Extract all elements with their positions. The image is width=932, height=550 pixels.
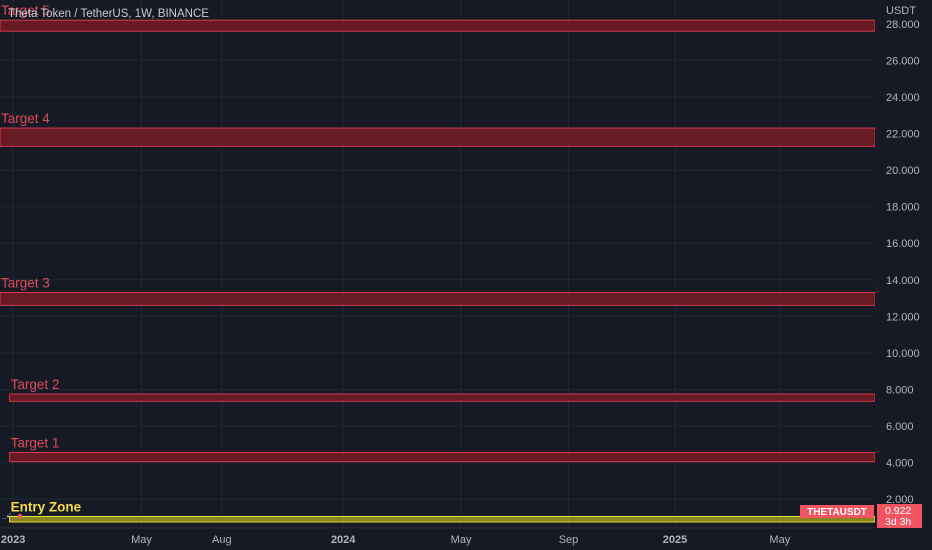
target-zone-label: Target 3 — [1, 276, 50, 291]
target-zone-label: Target 1 — [11, 436, 60, 451]
last-price-ticker-badge: THETAUSDT — [800, 505, 874, 518]
price-line-dots: ..•' — [2, 512, 11, 521]
price-tick-label: 16.000 — [886, 238, 920, 250]
price-tick-label: 20.000 — [886, 165, 920, 177]
price-tick-label: 12.000 — [886, 311, 920, 323]
time-tick-label: Aug — [212, 534, 232, 546]
time-tick-label: 2025 — [663, 534, 687, 546]
price-tick-label: 18.000 — [886, 202, 920, 214]
time-tick-label: May — [769, 534, 790, 546]
target-zone-box — [0, 292, 876, 306]
chart-background — [0, 0, 932, 550]
ticker-badge-label: THETAUSDT — [807, 507, 867, 518]
last-price-axis-badge: 0.922 3d 3h — [877, 504, 922, 528]
target-zone-box — [9, 452, 876, 463]
price-axis-currency: USDT — [886, 5, 916, 17]
price-tick-label: 22.000 — [886, 129, 920, 141]
target-zone-box — [0, 19, 876, 32]
time-tick-label: May — [451, 534, 472, 546]
target-zone-box — [0, 127, 876, 147]
target-zone-label: Target 2 — [11, 377, 60, 392]
price-chart[interactable]: Target 5Target 4Target 3Target 2Target 1… — [0, 0, 932, 550]
price-badge-countdown: 3d 3h — [885, 516, 911, 528]
time-tick-label: 2023 — [1, 534, 25, 546]
price-tick-label: 14.000 — [886, 275, 920, 287]
price-tick-label: 24.000 — [886, 92, 920, 104]
target-zone-label: Target 4 — [1, 111, 50, 126]
price-tick-label: 10.000 — [886, 348, 920, 360]
price-axis-panel[interactable] — [875, 0, 932, 528]
price-tick-label: 6.000 — [886, 421, 914, 433]
last-price-dot-icon — [17, 513, 23, 519]
time-tick-label: 2024 — [331, 534, 356, 546]
symbol-title[interactable]: Theta Token / TetherUS, 1W, BINANCE — [8, 8, 209, 20]
entry-zone-box — [9, 516, 876, 523]
entry-zone-label: Entry Zone — [11, 500, 82, 515]
price-tick-label: 8.000 — [886, 384, 914, 396]
time-tick-label: May — [131, 534, 152, 546]
price-tick-label: 4.000 — [886, 458, 914, 470]
time-tick-label: Sep — [559, 534, 579, 546]
target-zone-box — [9, 393, 876, 402]
price-tick-label: 26.000 — [886, 55, 920, 67]
price-tick-label: 28.000 — [886, 19, 920, 31]
